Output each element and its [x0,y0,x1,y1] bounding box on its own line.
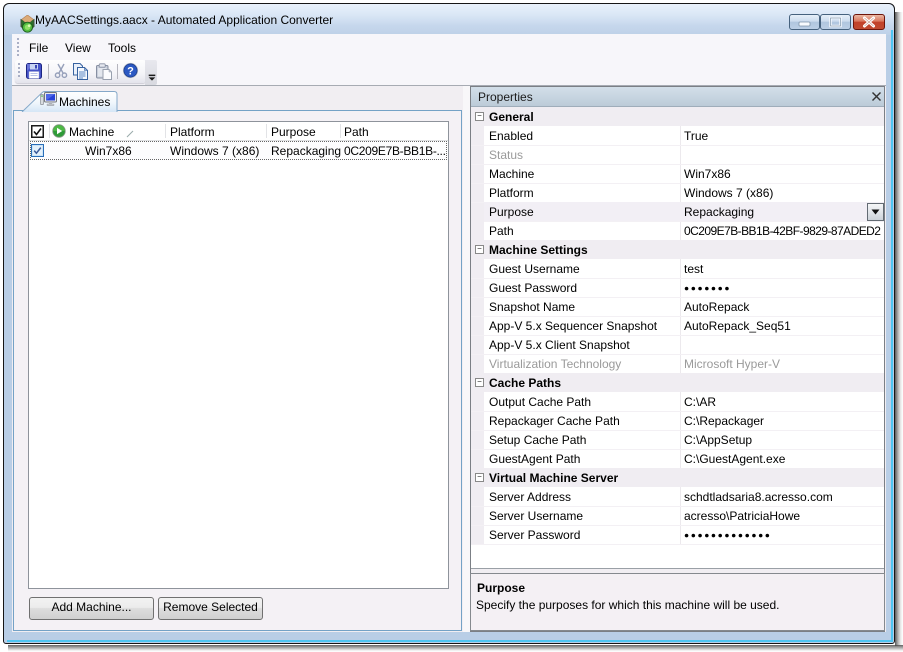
svg-text:?: ? [127,65,134,77]
